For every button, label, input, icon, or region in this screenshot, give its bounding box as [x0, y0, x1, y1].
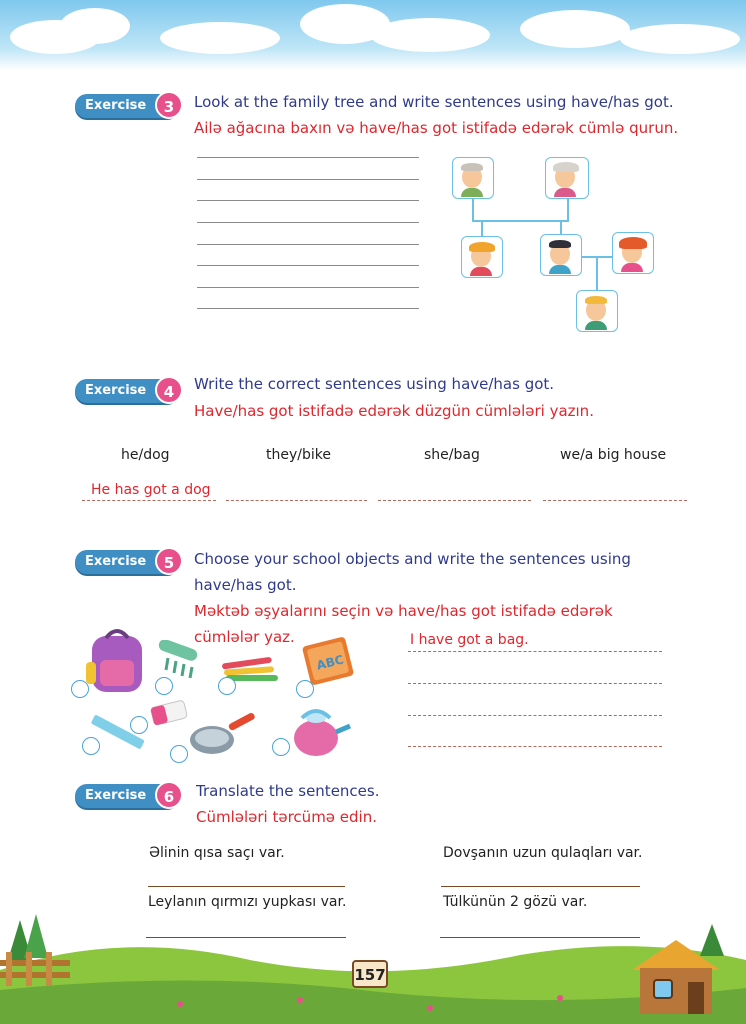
prompt-word: they/bike — [266, 447, 331, 463]
exercise-4-badge: Exercise 4 — [75, 376, 183, 404]
exercise-6-instruction-az: Cümlələri tərcümə edin. — [196, 808, 377, 826]
answer-line[interactable] — [408, 683, 662, 684]
badge-number: 6 — [155, 781, 183, 809]
choice-circle[interactable] — [130, 716, 148, 734]
cloud-icon — [60, 8, 130, 44]
example-answer: I have got a bag. — [410, 632, 529, 648]
badge-number: 3 — [155, 91, 183, 119]
example-answer: He has got a dog — [91, 482, 211, 498]
answer-line[interactable] — [197, 265, 419, 266]
prompt-word: we/a big house — [560, 447, 667, 463]
grandmother-avatar — [545, 157, 589, 199]
grandfather-avatar — [452, 157, 494, 199]
answer-line[interactable] — [408, 746, 662, 747]
child-avatar — [576, 290, 618, 332]
answer-line[interactable] — [543, 500, 687, 501]
exercise-5-instruction-en-2: have/has got. — [194, 576, 297, 594]
answer-line[interactable] — [148, 886, 345, 887]
choice-circle[interactable] — [82, 737, 100, 755]
exercise-5-instruction-en-1: Choose your school objects and write the… — [194, 550, 631, 568]
exercise-6-badge: Exercise 6 — [75, 781, 183, 809]
exercise-5-badge: Exercise 5 — [75, 547, 183, 575]
father-avatar — [540, 234, 582, 276]
frying-pan-icon — [190, 712, 255, 754]
mother-avatar — [612, 232, 654, 274]
choice-circle[interactable] — [170, 745, 188, 763]
answer-line[interactable] — [82, 500, 216, 501]
badge-number: 5 — [155, 547, 183, 575]
answer-line[interactable] — [408, 715, 662, 716]
comb-icon — [158, 640, 198, 679]
answer-line[interactable] — [197, 222, 419, 223]
answer-line[interactable] — [408, 651, 662, 652]
choice-circle[interactable] — [71, 680, 89, 698]
translate-sentence: Dovşanın uzun qulaqları var. — [443, 845, 643, 861]
answer-line[interactable] — [197, 244, 419, 245]
cloud-icon — [620, 24, 740, 54]
answer-line[interactable] — [378, 500, 531, 501]
prompt-word: she/bag — [424, 447, 480, 463]
kettle-icon — [294, 709, 351, 756]
exercise-3-instruction-en: Look at the family tree and write senten… — [194, 93, 674, 111]
page-number: 157 — [352, 960, 388, 988]
cloud-icon — [160, 22, 280, 54]
badge-label: Exercise — [85, 98, 147, 113]
answer-line[interactable] — [197, 308, 419, 309]
choice-circle[interactable] — [155, 677, 173, 695]
aunt-avatar — [461, 236, 503, 278]
answer-line[interactable] — [197, 287, 419, 288]
badge-label: Exercise — [85, 554, 147, 569]
choice-circle[interactable] — [296, 680, 314, 698]
answer-line[interactable] — [226, 500, 367, 501]
exercise-6-instruction-en: Translate the sentences. — [196, 782, 380, 800]
choice-circle[interactable] — [218, 677, 236, 695]
choice-circle[interactable] — [272, 738, 290, 756]
exercise-5-instruction-az-1: Məktəb əşyalarını seçin və have/has got … — [194, 602, 613, 620]
exercise-3-badge: Exercise 3 — [75, 91, 183, 119]
answer-line[interactable] — [197, 157, 419, 158]
exercise-4-instruction-az: Have/has got istifadə edərək düzgün cüml… — [194, 402, 594, 420]
exercise-4-instruction-en: Write the correct sentences using have/h… — [194, 375, 555, 393]
badge-label: Exercise — [85, 383, 147, 398]
translate-sentence: Əlinin qısa saçı var. — [149, 845, 285, 861]
badge-label: Exercise — [85, 788, 147, 803]
exercise-3-instruction-az: Ailə ağacına baxın və have/has got istif… — [194, 119, 679, 137]
backpack-icon — [86, 629, 142, 692]
answer-line[interactable] — [197, 179, 419, 180]
answer-line[interactable] — [441, 886, 640, 887]
cloud-icon — [370, 18, 490, 52]
prompt-word: he/dog — [121, 447, 170, 463]
answer-line[interactable] — [197, 200, 419, 201]
cloud-icon — [520, 10, 630, 48]
sky-banner — [0, 0, 746, 70]
badge-number: 4 — [155, 376, 183, 404]
eraser-icon — [150, 700, 188, 726]
